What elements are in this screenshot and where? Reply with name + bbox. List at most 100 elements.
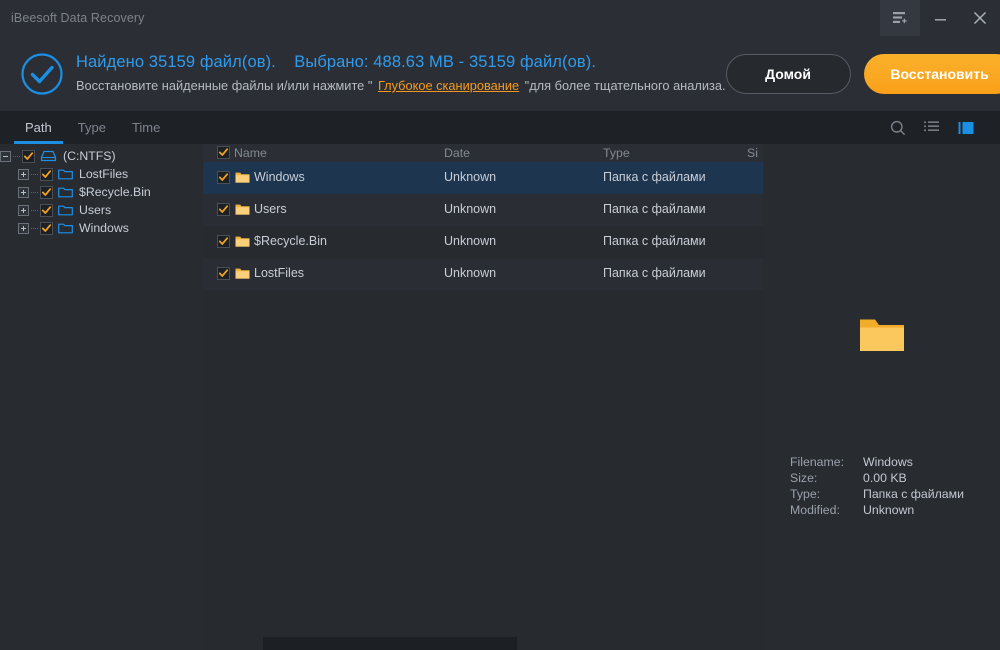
check-icon [42, 223, 51, 232]
collapse-toggle-icon[interactable] [0, 150, 11, 162]
tree-checkbox-lostfiles[interactable] [40, 167, 53, 181]
check-icon [219, 173, 228, 181]
banner-text-block: Найдено 35159 файл(ов). Выбрано: 488.63 … [76, 51, 726, 96]
row-checkbox[interactable] [217, 235, 230, 248]
tree-checkbox-root[interactable] [22, 149, 35, 163]
row-checkbox[interactable] [217, 267, 230, 280]
tree-item-lostfiles[interactable]: LostFiles [0, 165, 203, 183]
check-icon [219, 237, 228, 245]
column-header-name[interactable]: Name [234, 146, 267, 160]
feedback-log-icon[interactable] [880, 0, 920, 36]
bottom-right-filler [763, 634, 1000, 650]
table-row[interactable]: Windows Unknown Папка с файлами [203, 162, 763, 194]
metadata-value: 0.00 KB [863, 471, 907, 485]
tab-bar: Path Type Time [0, 111, 1000, 144]
tree-item-label: (C:NTFS) [63, 149, 116, 163]
preview-panel: Filename: Windows Size: 0.00 KB Type: Па… [763, 144, 1000, 634]
tree-item-users[interactable]: Users [0, 201, 203, 219]
preview-pane-icon[interactable] [958, 121, 974, 135]
folder-outline-icon [58, 186, 73, 198]
folder-icon [235, 171, 250, 187]
list-view-icon[interactable] [924, 121, 940, 134]
tree-item-recyclebin[interactable]: $Recycle.Bin [0, 183, 203, 201]
folder-icon [235, 267, 250, 283]
search-icon[interactable] [890, 120, 906, 136]
banner-hint-line: Восстановите найденные файлы и/или нажми… [76, 76, 726, 96]
file-date: Unknown [444, 266, 497, 280]
deep-scan-link[interactable]: Глубокое сканирование [376, 78, 521, 93]
tree-connector [31, 227, 38, 229]
tree-checkbox-windows[interactable] [40, 221, 53, 235]
expand-toggle-icon[interactable] [18, 222, 29, 234]
row-checkbox[interactable] [217, 171, 230, 184]
expand-toggle-icon[interactable] [18, 186, 29, 198]
metadata-key: Type: [790, 487, 821, 501]
hint-prefix-text: Восстановите найденные файлы и/или нажми… [76, 78, 373, 93]
directory-tree-panel[interactable]: (C:NTFS) LostFiles $Recycle.Bin Users Wi… [0, 144, 203, 634]
metadata-row-filename: Filename: Windows [790, 454, 964, 470]
file-list-header: Name Date Type Si [203, 144, 763, 162]
tab-type[interactable]: Type [65, 111, 119, 144]
tree-item-label: $Recycle.Bin [79, 185, 151, 199]
tree-item-windows[interactable]: Windows [0, 219, 203, 237]
check-icon [24, 151, 33, 160]
metadata-value: Папка с файлами [863, 487, 964, 501]
column-header-size[interactable]: Si [747, 146, 758, 160]
row-checkbox[interactable] [217, 203, 230, 216]
file-type: Папка с файлами [603, 266, 706, 280]
tree-connector [31, 173, 38, 175]
table-row[interactable]: LostFiles Unknown Папка с файлами [203, 258, 763, 290]
metadata-value: Unknown [863, 503, 915, 517]
minimize-icon[interactable] [920, 0, 960, 36]
tree-item-root[interactable]: (C:NTFS) [0, 147, 203, 165]
close-icon[interactable] [960, 0, 1000, 36]
check-circle-icon [20, 52, 64, 96]
window-title: iBeesoft Data Recovery [11, 11, 145, 25]
folder-icon [235, 235, 250, 251]
tree-item-label: LostFiles [79, 167, 129, 181]
tree-checkbox-users[interactable] [40, 203, 53, 217]
expand-toggle-icon[interactable] [18, 168, 29, 180]
file-list-panel[interactable]: Name Date Type Si Windows Unknown Папка … [203, 144, 763, 634]
home-button[interactable]: Домой [725, 53, 851, 94]
expand-toggle-icon[interactable] [18, 204, 29, 216]
check-icon [219, 269, 228, 277]
status-banner: Найдено 35159 файл(ов). Выбрано: 488.63 … [0, 36, 1000, 111]
tree-checkbox-recyclebin[interactable] [40, 185, 53, 199]
file-name: LostFiles [254, 266, 305, 280]
tab-time[interactable]: Time [119, 111, 173, 144]
metadata-row-modified: Modified: Unknown [790, 502, 964, 518]
folder-outline-icon [58, 204, 73, 216]
column-header-date[interactable]: Date [444, 146, 470, 160]
file-name: Windows [254, 170, 305, 184]
tree-item-label: Users [79, 203, 112, 217]
tree-item-label: Windows [79, 221, 129, 235]
folder-icon [763, 316, 1000, 354]
tree-connector [13, 155, 20, 157]
check-icon [42, 187, 51, 196]
select-all-checkbox[interactable] [217, 146, 230, 159]
folder-outline-icon [58, 168, 73, 180]
file-name: $Recycle.Bin [254, 234, 327, 248]
title-bar: iBeesoft Data Recovery [0, 0, 1000, 36]
tab-list: Path Type Time [0, 111, 1000, 144]
table-row[interactable]: $Recycle.Bin Unknown Папка с файлами [203, 226, 763, 258]
recover-button[interactable]: Восстановить [863, 53, 1000, 94]
tab-path[interactable]: Path [12, 111, 65, 144]
file-type: Папка с файлами [603, 234, 706, 248]
check-icon [219, 205, 228, 213]
view-toolbar [890, 111, 974, 144]
metadata-value: Windows [863, 455, 913, 469]
folder-outline-icon [58, 222, 73, 234]
metadata-row-type: Type: Папка с файлами [790, 486, 964, 502]
column-header-type[interactable]: Type [603, 146, 630, 160]
check-icon [219, 148, 228, 156]
drive-icon [40, 150, 57, 162]
scrollbar-thumb[interactable] [263, 637, 517, 650]
banner-summary-line: Найдено 35159 файл(ов). Выбрано: 488.63 … [76, 51, 726, 73]
tree-connector [31, 191, 38, 193]
table-row[interactable]: Users Unknown Папка с файлами [203, 194, 763, 226]
file-type: Папка с файлами [603, 202, 706, 216]
app-window: iBeesoft Data Recovery Найдено 35159 фай… [0, 0, 1000, 650]
horizontal-scrollbar[interactable] [203, 634, 763, 650]
